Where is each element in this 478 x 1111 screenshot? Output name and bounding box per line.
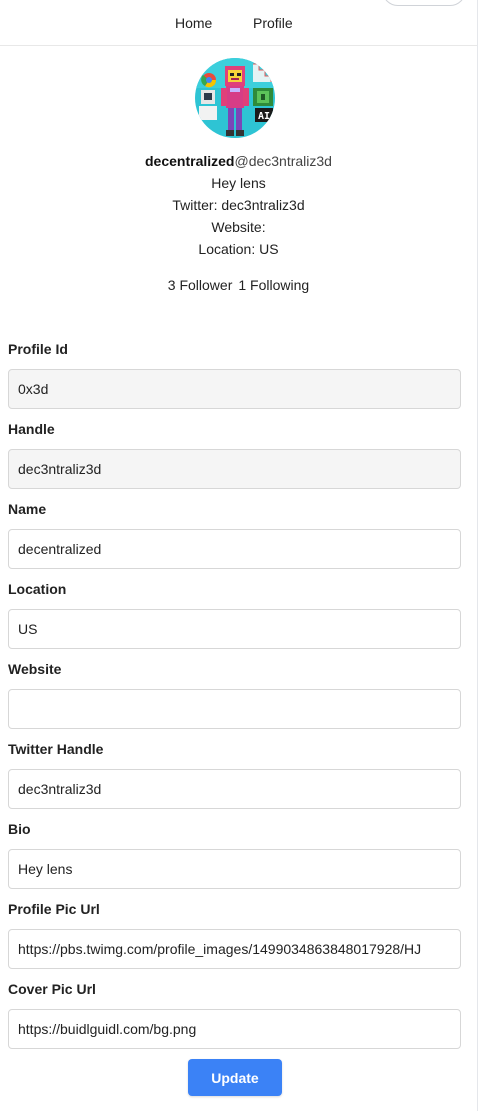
location-label: Location: [8, 581, 67, 597]
profile-handle-line: decentralized@dec3ntraliz3d: [0, 153, 477, 169]
wallet-connect-button[interactable]: [382, 0, 466, 6]
profile-id-field[interactable]: [8, 369, 461, 409]
following-count[interactable]: 1 Following: [238, 277, 309, 293]
profile-id-label: Profile Id: [8, 341, 68, 357]
nav-profile-link[interactable]: Profile: [253, 15, 293, 31]
name-field[interactable]: [8, 529, 461, 569]
profile-at-handle: @dec3ntraliz3d: [234, 153, 332, 169]
location-field[interactable]: [8, 609, 461, 649]
profile-avatar: AI: [195, 58, 275, 138]
top-nav: Home Profile: [0, 0, 477, 46]
avatar-image: AI: [195, 58, 275, 138]
cover-pic-url-field[interactable]: [8, 1009, 461, 1049]
svg-text:AI: AI: [258, 111, 270, 122]
nav-home-link[interactable]: Home: [175, 15, 212, 31]
name-label: Name: [8, 501, 47, 517]
twitter-handle-label: Twitter Handle: [8, 741, 104, 757]
profile-location: Location: US: [198, 241, 279, 257]
website-label: Website: [8, 661, 62, 677]
profile-website: Website:: [211, 219, 266, 235]
website-field[interactable]: [8, 689, 461, 729]
profile-pic-url-label: Profile Pic Url: [8, 901, 100, 917]
cover-pic-url-label: Cover Pic Url: [8, 981, 96, 997]
profile-display-name: decentralized: [145, 153, 235, 169]
followers-count[interactable]: 3 Follower: [168, 277, 233, 293]
page: Home Profile AI decentralized@dec3ntrali…: [0, 0, 478, 1111]
follow-stats: 3 Follower 1 Following: [0, 277, 477, 293]
profile-twitter: Twitter: dec3ntraliz3d: [172, 197, 305, 213]
handle-label: Handle: [8, 421, 55, 437]
profile-pic-url-field[interactable]: [8, 929, 461, 969]
handle-field[interactable]: [8, 449, 461, 489]
profile-bio: Hey lens: [211, 175, 266, 191]
update-button[interactable]: Update: [188, 1059, 282, 1096]
twitter-handle-field[interactable]: [8, 769, 461, 809]
bio-label: Bio: [8, 821, 31, 837]
bio-field[interactable]: [8, 849, 461, 889]
